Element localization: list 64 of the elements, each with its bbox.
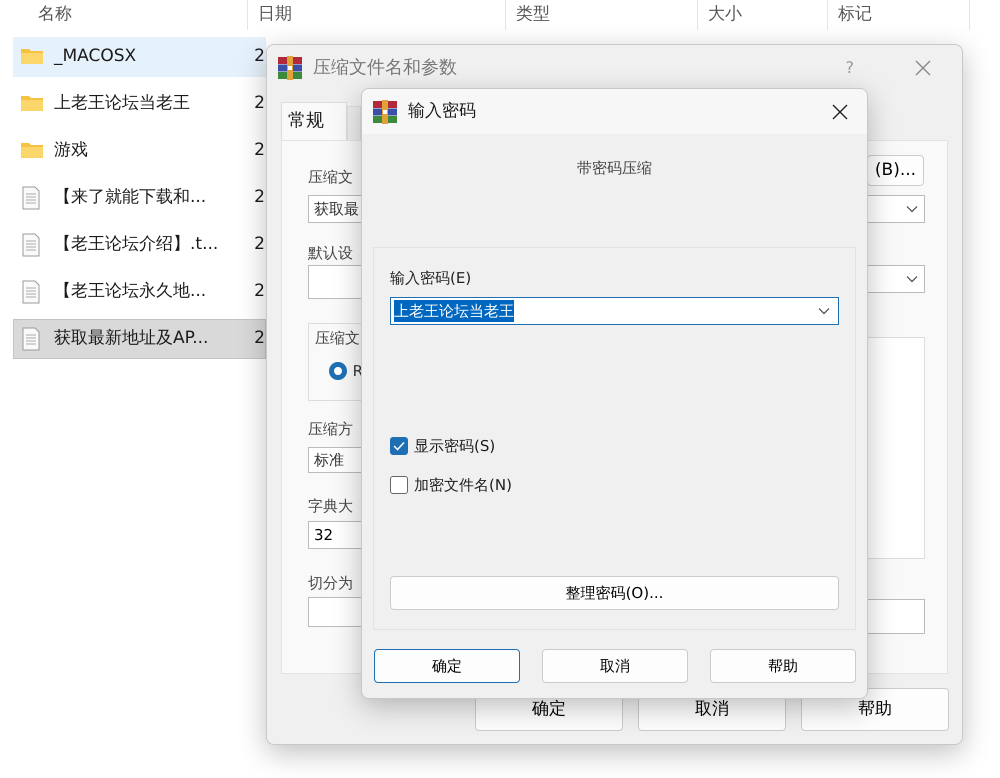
column-header[interactable]: 类型 <box>506 2 550 28</box>
file-name: 【老王论坛永久地... <box>54 280 206 304</box>
chevron-down-icon <box>818 307 830 315</box>
file-name: 游戏 <box>54 139 88 162</box>
file-date: 2 <box>254 45 265 68</box>
window-title: 输入密码 <box>408 100 476 123</box>
dialog-button[interactable]: 取消 <box>542 649 688 683</box>
group-label: 压缩文 <box>315 328 361 348</box>
browse-button[interactable]: (B)... <box>867 155 924 186</box>
file-row[interactable]: 【老王论坛介绍】.t... 2 <box>13 225 266 265</box>
checkbox[interactable] <box>390 437 408 456</box>
dialog-button[interactable]: 确定 <box>374 649 520 683</box>
chevron-down-icon <box>906 205 918 213</box>
file-row[interactable]: 游戏 2 <box>13 131 266 171</box>
field-label: 默认设 <box>308 243 354 263</box>
file-row[interactable]: 上老王论坛当老王 2 <box>13 84 266 124</box>
file-name: _MACOSX <box>54 45 136 68</box>
dialog-button[interactable]: 帮助 <box>710 649 856 683</box>
file-row[interactable]: 【来了就能下载和... 2 <box>13 178 266 218</box>
combo-box[interactable] <box>867 195 925 223</box>
checkmark-icon <box>393 441 405 452</box>
method-field[interactable]: 标准 <box>308 447 363 473</box>
tab[interactable]: 常规 <box>281 102 347 140</box>
archive-app-icon <box>277 54 303 80</box>
column-header[interactable]: 名称 <box>30 2 72 28</box>
file-name: 【老王论坛介绍】.t... <box>54 233 218 256</box>
checkbox[interactable] <box>390 476 408 494</box>
checkbox-label: 显示密码(S) <box>414 436 496 457</box>
tab[interactable] <box>347 106 361 140</box>
file-date: 2 <box>254 327 265 350</box>
chevron-down-icon <box>906 275 918 283</box>
combo-box[interactable] <box>867 265 925 293</box>
dialog-subtitle: 带密码压缩 <box>576 158 653 179</box>
checkbox-label: 加密文件名(N) <box>414 474 512 496</box>
password-field[interactable]: 上老王论坛当老王 <box>390 297 839 325</box>
field-label: 切分为 <box>308 573 354 593</box>
file-date: 2 <box>254 233 265 256</box>
close-icon[interactable] <box>831 102 849 120</box>
file-name: 【来了就能下载和... <box>54 186 206 210</box>
file-date: 2 <box>254 139 265 162</box>
split-field[interactable] <box>308 597 363 627</box>
archive-app-icon <box>372 98 398 124</box>
dictionary-field[interactable]: 32 <box>308 521 363 549</box>
file-row[interactable]: _MACOSX 2 <box>13 37 266 77</box>
file-row[interactable]: 获取最新地址及AP... 2 <box>13 319 266 359</box>
field-label: 压缩文 <box>308 167 354 187</box>
field-label: 字典大 <box>308 496 354 516</box>
file-date: 2 <box>254 92 265 116</box>
radio-button[interactable] <box>329 362 347 380</box>
file-name: 获取最新地址及AP... <box>54 327 208 350</box>
archive-name-field[interactable]: 获取最 <box>308 195 363 223</box>
text-field[interactable] <box>867 599 925 634</box>
file-date: 2 <box>254 186 265 210</box>
file-row[interactable]: 【老王论坛永久地... 2 <box>13 272 266 312</box>
field-label: 输入密码(E) <box>390 268 472 288</box>
profile-field[interactable] <box>308 265 363 299</box>
file-name: 上老王论坛当老王 <box>54 92 190 116</box>
field-label: 压缩方 <box>308 419 354 439</box>
organize-passwords-button[interactable]: 整理密码(O)... <box>390 576 839 610</box>
column-header[interactable]: 大小 <box>698 2 742 28</box>
window-title: 压缩文件名和参数 <box>313 56 457 80</box>
column-header[interactable]: 标记 <box>828 2 872 28</box>
file-date: 2 <box>254 280 265 304</box>
column-header[interactable]: 日期 <box>248 2 292 28</box>
